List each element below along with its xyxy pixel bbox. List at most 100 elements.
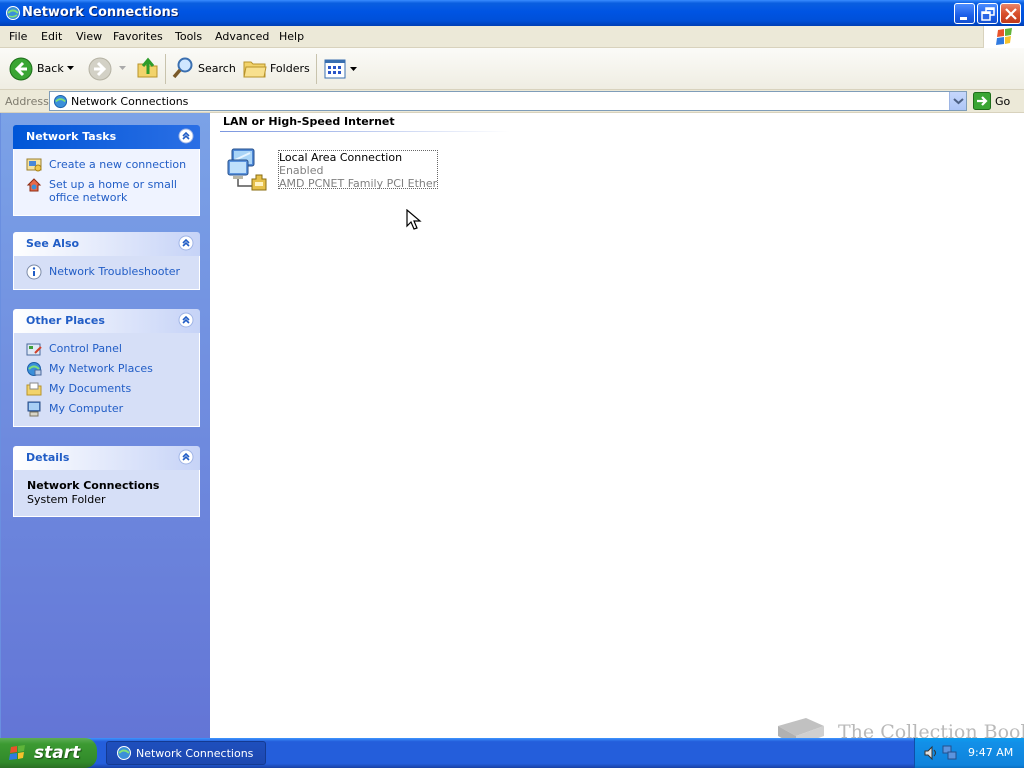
clock[interactable]: 9:47 AM: [968, 746, 1013, 759]
folders-button[interactable]: Folders: [242, 48, 312, 90]
task-network-troubleshooter[interactable]: Network Troubleshooter: [14, 263, 199, 283]
collapse-icon[interactable]: [178, 449, 194, 465]
see-also-body: Network Troubleshooter: [13, 256, 200, 290]
network-places-icon: [27, 362, 42, 376]
menu-tools[interactable]: Tools: [175, 30, 202, 43]
task-create-connection[interactable]: Create a new connection: [14, 156, 199, 176]
menu-edit[interactable]: Edit: [41, 30, 62, 43]
back-arrow-icon: [9, 57, 33, 81]
connection-device: AMD PCNET Family PCI Ethern...: [279, 177, 437, 190]
standard-toolbar: Back Search Folders: [0, 48, 1024, 90]
folders-label: Folders: [270, 62, 310, 75]
address-value: Network Connections: [71, 95, 189, 108]
go-label: Go: [995, 95, 1011, 108]
other-places-body: Control Panel My Network Places My Docum…: [13, 333, 200, 427]
menu-view[interactable]: View: [76, 30, 102, 43]
details-header[interactable]: Details: [13, 446, 200, 470]
see-also-panel: See Also Network Troubleshooter: [13, 232, 200, 290]
task-label: Network Troubleshooter: [49, 265, 181, 278]
home-network-icon: [26, 178, 42, 192]
connections-list: LAN or High-Speed Internet Local Area Co…: [210, 113, 1024, 746]
info-icon: [26, 264, 42, 280]
place-label: My Computer: [49, 402, 124, 415]
panel-title: Other Places: [26, 314, 105, 327]
address-bar: Address Network Connections Go: [0, 90, 1024, 113]
place-label: Control Panel: [49, 342, 122, 355]
close-button[interactable]: [1000, 3, 1021, 24]
address-label: Address: [5, 95, 49, 108]
up-folder-button[interactable]: [134, 48, 162, 90]
collapse-icon[interactable]: [178, 235, 194, 251]
task-home-network[interactable]: Set up a home or small office network: [14, 176, 199, 209]
control-panel-icon: [26, 343, 42, 356]
restore-icon: [981, 7, 995, 21]
my-computer-icon: [27, 401, 41, 417]
go-button[interactable]: Go: [972, 91, 1022, 111]
chevron-down-icon[interactable]: [67, 66, 74, 71]
views-button[interactable]: [322, 48, 358, 90]
panel-title: See Also: [26, 237, 80, 250]
windows-logo-icon: [9, 745, 25, 760]
details-name: Network Connections: [27, 479, 160, 492]
minimize-icon: [960, 17, 967, 20]
network-connections-icon: [5, 5, 21, 21]
taskbar-button-label: Network Connections: [136, 747, 254, 760]
network-status-icon[interactable]: [942, 745, 958, 761]
menu-bar: File Edit View Favorites Tools Advanced …: [0, 26, 1024, 48]
group-divider: [220, 131, 510, 132]
place-my-network-places[interactable]: My Network Places: [14, 360, 199, 380]
taskbar-button-network-connections[interactable]: Network Connections: [106, 741, 266, 765]
place-label: My Documents: [49, 382, 132, 395]
place-control-panel[interactable]: Control Panel: [14, 340, 199, 360]
menu-file[interactable]: File: [9, 30, 27, 43]
toolbar-separator: [165, 54, 166, 84]
minimize-button[interactable]: [954, 3, 975, 24]
network-connections-icon: [117, 746, 131, 760]
taskbar: start Network Connections 9:47 AM: [0, 738, 1024, 768]
network-tasks-body: Create a new connection Set up a home or…: [13, 149, 200, 216]
search-button[interactable]: Search: [170, 48, 236, 90]
details-body: Network Connections System Folder: [13, 470, 200, 517]
lan-connection-icon[interactable]: [226, 146, 274, 194]
connection-item[interactable]: Local Area Connection Enabled AMD PCNET …: [278, 150, 438, 190]
place-my-documents[interactable]: My Documents: [14, 380, 199, 400]
back-label: Back: [37, 62, 64, 75]
task-label: Create a new connection: [49, 158, 187, 171]
connection-name: Local Area Connection: [279, 151, 403, 164]
start-button[interactable]: start: [0, 738, 97, 768]
windows-logo-icon: [983, 26, 1024, 48]
other-places-panel: Other Places Control Panel My Network Pl…: [13, 309, 200, 427]
network-tasks-header[interactable]: Network Tasks: [13, 125, 200, 149]
connection-status: Enabled: [279, 164, 324, 177]
chevron-down-icon[interactable]: [350, 67, 357, 72]
chevron-down-icon[interactable]: [119, 66, 126, 71]
system-tray: 9:47 AM: [914, 738, 1024, 768]
back-button[interactable]: Back: [6, 48, 78, 90]
task-pane: Network Tasks Create a new connection Se…: [0, 113, 210, 738]
see-also-header[interactable]: See Also: [13, 232, 200, 256]
my-documents-icon: [26, 382, 42, 396]
chevron-down-icon: [953, 98, 964, 105]
other-places-header[interactable]: Other Places: [13, 309, 200, 333]
restore-button[interactable]: [977, 3, 998, 24]
toolbar-separator: [316, 54, 317, 84]
collapse-icon[interactable]: [178, 312, 194, 328]
network-tasks-panel: Network Tasks Create a new connection Se…: [13, 125, 200, 216]
speaker-icon[interactable]: [923, 745, 939, 761]
title-bar[interactable]: Network Connections: [0, 0, 1024, 26]
panel-title: Network Tasks: [26, 130, 117, 143]
menu-advanced[interactable]: Advanced: [215, 30, 269, 43]
views-icon: [324, 59, 346, 79]
details-type: System Folder: [27, 493, 106, 506]
window-title: Network Connections: [22, 5, 179, 20]
group-header: LAN or High-Speed Internet: [223, 115, 395, 128]
address-dropdown-button[interactable]: [949, 92, 966, 110]
forward-button[interactable]: [86, 48, 126, 90]
place-my-computer[interactable]: My Computer: [14, 400, 199, 420]
panel-title: Details: [26, 451, 70, 464]
search-icon: [172, 57, 193, 79]
menu-favorites[interactable]: Favorites: [113, 30, 163, 43]
menu-help[interactable]: Help: [279, 30, 304, 43]
collapse-icon[interactable]: [178, 128, 194, 144]
address-input[interactable]: Network Connections: [49, 91, 967, 111]
